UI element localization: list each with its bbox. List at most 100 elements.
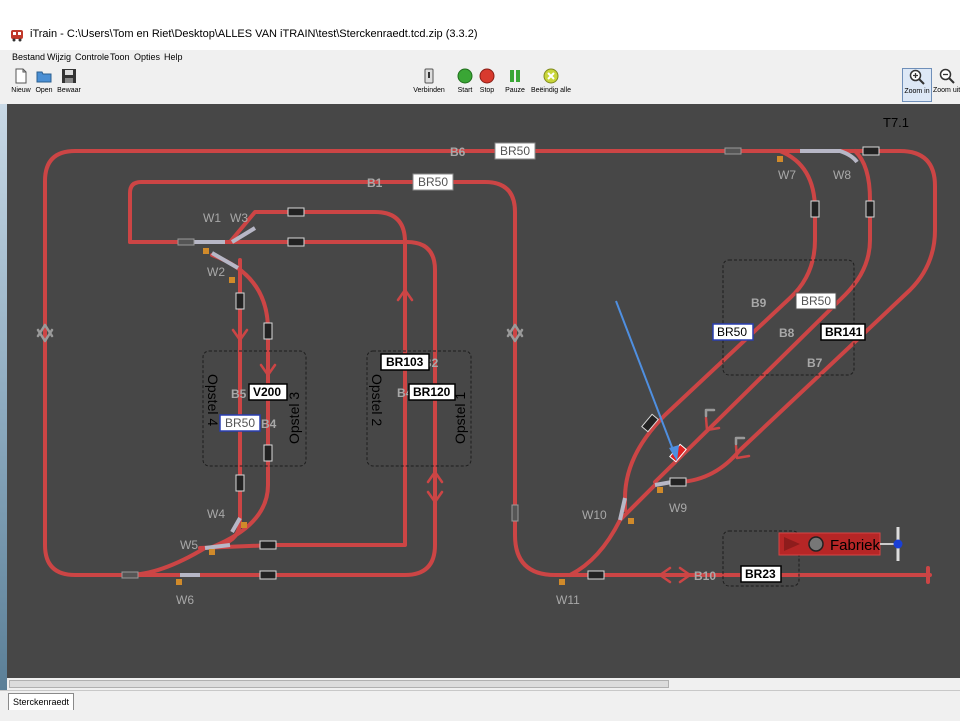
train-name-opstel3: V200	[253, 385, 281, 399]
switch-label-w8: W8	[833, 168, 851, 182]
detector-b1-right	[511, 504, 519, 522]
pause-icon	[510, 70, 520, 82]
menu-wijzig[interactable]: Wijzig	[47, 52, 71, 62]
zoom-in-icon	[909, 69, 925, 85]
version-label: T7.1	[883, 115, 909, 130]
end-all-icon	[543, 68, 559, 84]
block-label-b7: B7	[807, 356, 823, 370]
save-button[interactable]: Bewaar	[56, 68, 82, 102]
label-opstel-3: Opstel 3	[286, 392, 302, 444]
track-plan[interactable]: T7.1 Opstel 4 Opstel 3 Opstel 2 Opstel 1…	[7, 104, 960, 678]
detector-w11	[587, 570, 605, 580]
switch-label-w6: W6	[176, 593, 194, 607]
menu-opties[interactable]: Opties	[134, 52, 160, 62]
train-name-b6: BR50	[500, 144, 530, 158]
detector-opstel4-bottom	[235, 474, 245, 492]
end-all-label: Beëindig alle	[530, 87, 572, 94]
app-train-icon	[11, 30, 23, 42]
detector-w9	[669, 477, 687, 487]
connect-plug-icon	[424, 68, 434, 84]
scrollbar-thumb[interactable]	[9, 680, 669, 688]
switch-label-w1: W1	[203, 211, 221, 225]
detector-opstel4-top	[235, 292, 245, 310]
new-file-icon	[15, 68, 27, 84]
train-name-opstel1: BR120	[413, 385, 451, 399]
desktop-edge	[0, 104, 7, 690]
title-bar: iTrain - C:\Users\Tom en Riet\Desktop\AL…	[0, 22, 960, 48]
annotation-arrow	[615, 300, 676, 456]
tab-sterckenraedt[interactable]: Sterckenraedt	[8, 693, 75, 710]
detector-w1	[287, 237, 305, 247]
label-opstel-4: Opstel 4	[205, 374, 221, 426]
switch-label-w5: W5	[180, 538, 198, 552]
menu-toon[interactable]: Toon	[110, 52, 130, 62]
block-label-b5: B5	[231, 387, 247, 401]
track-plan-canvas[interactable]: T7.1 Opstel 4 Opstel 3 Opstel 2 Opstel 1…	[7, 104, 960, 678]
block-label-b8: B8	[779, 326, 795, 340]
new-button[interactable]: Nieuw	[8, 68, 34, 102]
stop-label: Stop	[479, 87, 495, 94]
detector-b6-right	[724, 147, 742, 155]
block-label-b9: B9	[751, 296, 767, 310]
track-w6-connection	[126, 546, 207, 577]
detector-b6-left	[121, 571, 139, 579]
zoom-in-label: Zoom in	[904, 88, 930, 95]
block-label-b3: B4	[261, 417, 277, 431]
detector-opstel3-bottom	[263, 444, 273, 462]
stop-red-icon	[479, 68, 495, 84]
detector-w8	[862, 146, 880, 156]
label-opstel-2: Opstel 2	[369, 374, 385, 426]
open-folder-icon	[36, 71, 52, 83]
open-label: Open	[35, 87, 53, 94]
train-name-opstel4: BR50	[225, 416, 255, 430]
end-all-button[interactable]: Beëindig alle	[529, 68, 573, 102]
detector-opstel3-top	[263, 322, 273, 340]
switch-w9	[654, 480, 673, 487]
switch-label-w3: W3	[230, 211, 248, 225]
train-name-opstel2: BR103	[386, 355, 424, 369]
industry-name: Fabriek	[830, 537, 881, 554]
stop-button[interactable]: Stop	[476, 68, 498, 102]
save-disk-icon	[62, 69, 76, 83]
connect-label: Verbinden	[413, 87, 445, 94]
menu-help[interactable]: Help	[164, 52, 183, 62]
switch-label-w11: W11	[556, 593, 580, 607]
industry-lamp-icon	[808, 536, 824, 552]
toolbar: Nieuw Open Bewaar Verbinden Start Stop P…	[0, 66, 960, 105]
train-name-b1: BR50	[418, 175, 448, 189]
zoom-in-button[interactable]: Zoom in	[902, 68, 932, 102]
block-label-b10: B10	[694, 569, 716, 583]
menu-bar: Bestand Wijzig Controle Toon Opties Help	[0, 50, 960, 66]
zoom-out-button[interactable]: Zoom uit	[933, 68, 960, 102]
window-title: iTrain - C:\Users\Tom en Riet\Desktop\AL…	[30, 28, 478, 40]
zoom-out-label: Zoom uit	[933, 87, 960, 94]
switch-label-w4: W4	[207, 507, 225, 521]
switch-label-w7: W7	[778, 168, 796, 182]
horizontal-scrollbar[interactable]	[7, 678, 960, 690]
connect-button[interactable]: Verbinden	[410, 68, 448, 102]
detector-w5	[259, 540, 277, 550]
train-name-b8: BR50	[717, 325, 747, 339]
save-label: Bewaar	[57, 87, 81, 94]
switch-w8	[800, 149, 859, 164]
detector-w6	[259, 570, 277, 580]
block-label-b6: B6	[450, 145, 466, 159]
tab-bar: Sterckenraedt	[0, 690, 960, 721]
menu-controle[interactable]: Controle	[75, 52, 109, 62]
track-w8-branch	[653, 149, 872, 484]
block-label-b1: B1	[367, 176, 383, 190]
track-w10-line	[568, 483, 657, 577]
track-right-loop	[678, 149, 937, 484]
open-button[interactable]: Open	[33, 68, 55, 102]
start-button[interactable]: Start	[454, 68, 476, 102]
detector-w10-up	[641, 413, 659, 433]
station-b7-b9	[722, 259, 855, 376]
switch-label-w10: W10	[582, 508, 607, 522]
menu-bestand[interactable]: Bestand	[12, 52, 45, 62]
zoom-out-icon	[939, 68, 955, 84]
detector-w7	[810, 200, 820, 218]
pause-button[interactable]: Pauze	[503, 68, 527, 102]
train-name-b9: BR50	[801, 294, 831, 308]
detector-w8-down	[865, 200, 875, 218]
switch-label-w2: W2	[207, 265, 225, 279]
